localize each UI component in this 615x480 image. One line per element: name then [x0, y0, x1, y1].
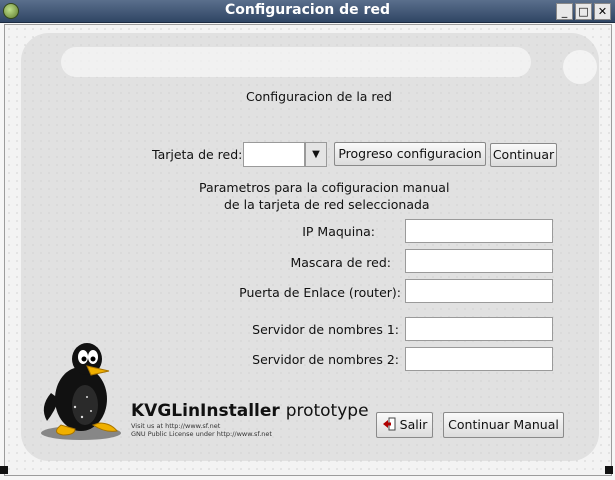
product-name: KVGLinInstaller prototype — [131, 401, 369, 421]
dns1-field[interactable] — [405, 317, 553, 341]
ip-field[interactable] — [405, 219, 553, 243]
chevron-down-icon[interactable]: ▼ — [305, 142, 327, 167]
network-card-value[interactable] — [243, 142, 305, 167]
exit-button-label: Salir — [399, 417, 428, 432]
network-card-select[interactable]: ▼ — [243, 142, 327, 167]
continue-button[interactable]: Continuar — [490, 143, 557, 167]
dns1-label: Servidor de nombres 1: — [252, 322, 399, 337]
close-button[interactable]: ✕ — [594, 3, 611, 20]
minimize-button[interactable]: _ — [556, 3, 573, 20]
panel-circle-decoration — [563, 50, 597, 84]
ip-label: IP Maquina: — [302, 224, 375, 239]
panel-highlight — [61, 47, 531, 77]
exit-icon — [382, 417, 396, 431]
dns2-label: Servidor de nombres 2: — [252, 352, 399, 367]
maximize-button[interactable]: □ — [575, 3, 592, 20]
logo-visit-text: Visit us at http://www.sf.net — [131, 422, 221, 430]
progress-config-button[interactable]: Progreso configuracion — [334, 142, 486, 166]
penguin-logo-icon — [41, 343, 121, 440]
corner-resize-icon[interactable] — [0, 466, 9, 475]
product-name-main: KVGLinInstaller — [131, 401, 280, 421]
window-content: Configuracion de la red Tarjeta de red: … — [4, 24, 612, 476]
window: Configuracion de red _ □ ✕ Configuracion… — [0, 0, 615, 480]
product-name-suffix: prototype — [285, 401, 369, 421]
title-bar[interactable]: Configuracion de red _ □ ✕ — [0, 0, 615, 23]
continue-manual-button[interactable]: Continuar Manual — [443, 412, 564, 438]
manual-description-line2: de la tarjeta de red seleccionada — [224, 197, 430, 212]
dns2-field[interactable] — [405, 347, 553, 371]
netmask-field[interactable] — [405, 249, 553, 273]
network-card-label: Tarjeta de red: — [152, 147, 243, 162]
exit-button[interactable]: Salir — [376, 412, 433, 438]
page-heading: Configuracion de la red — [246, 89, 392, 104]
gateway-field[interactable] — [405, 279, 553, 303]
logo-license-text: GNU Public License under http://www.sf.n… — [131, 430, 272, 438]
window-title: Configuracion de red — [225, 2, 390, 18]
manual-description-line1: Parametros para la cofiguracion manual — [199, 180, 450, 195]
corner-resize-icon[interactable] — [605, 466, 614, 475]
gateway-label: Puerta de Enlace (router): — [239, 285, 401, 300]
netmask-label: Mascara de red: — [290, 255, 391, 270]
